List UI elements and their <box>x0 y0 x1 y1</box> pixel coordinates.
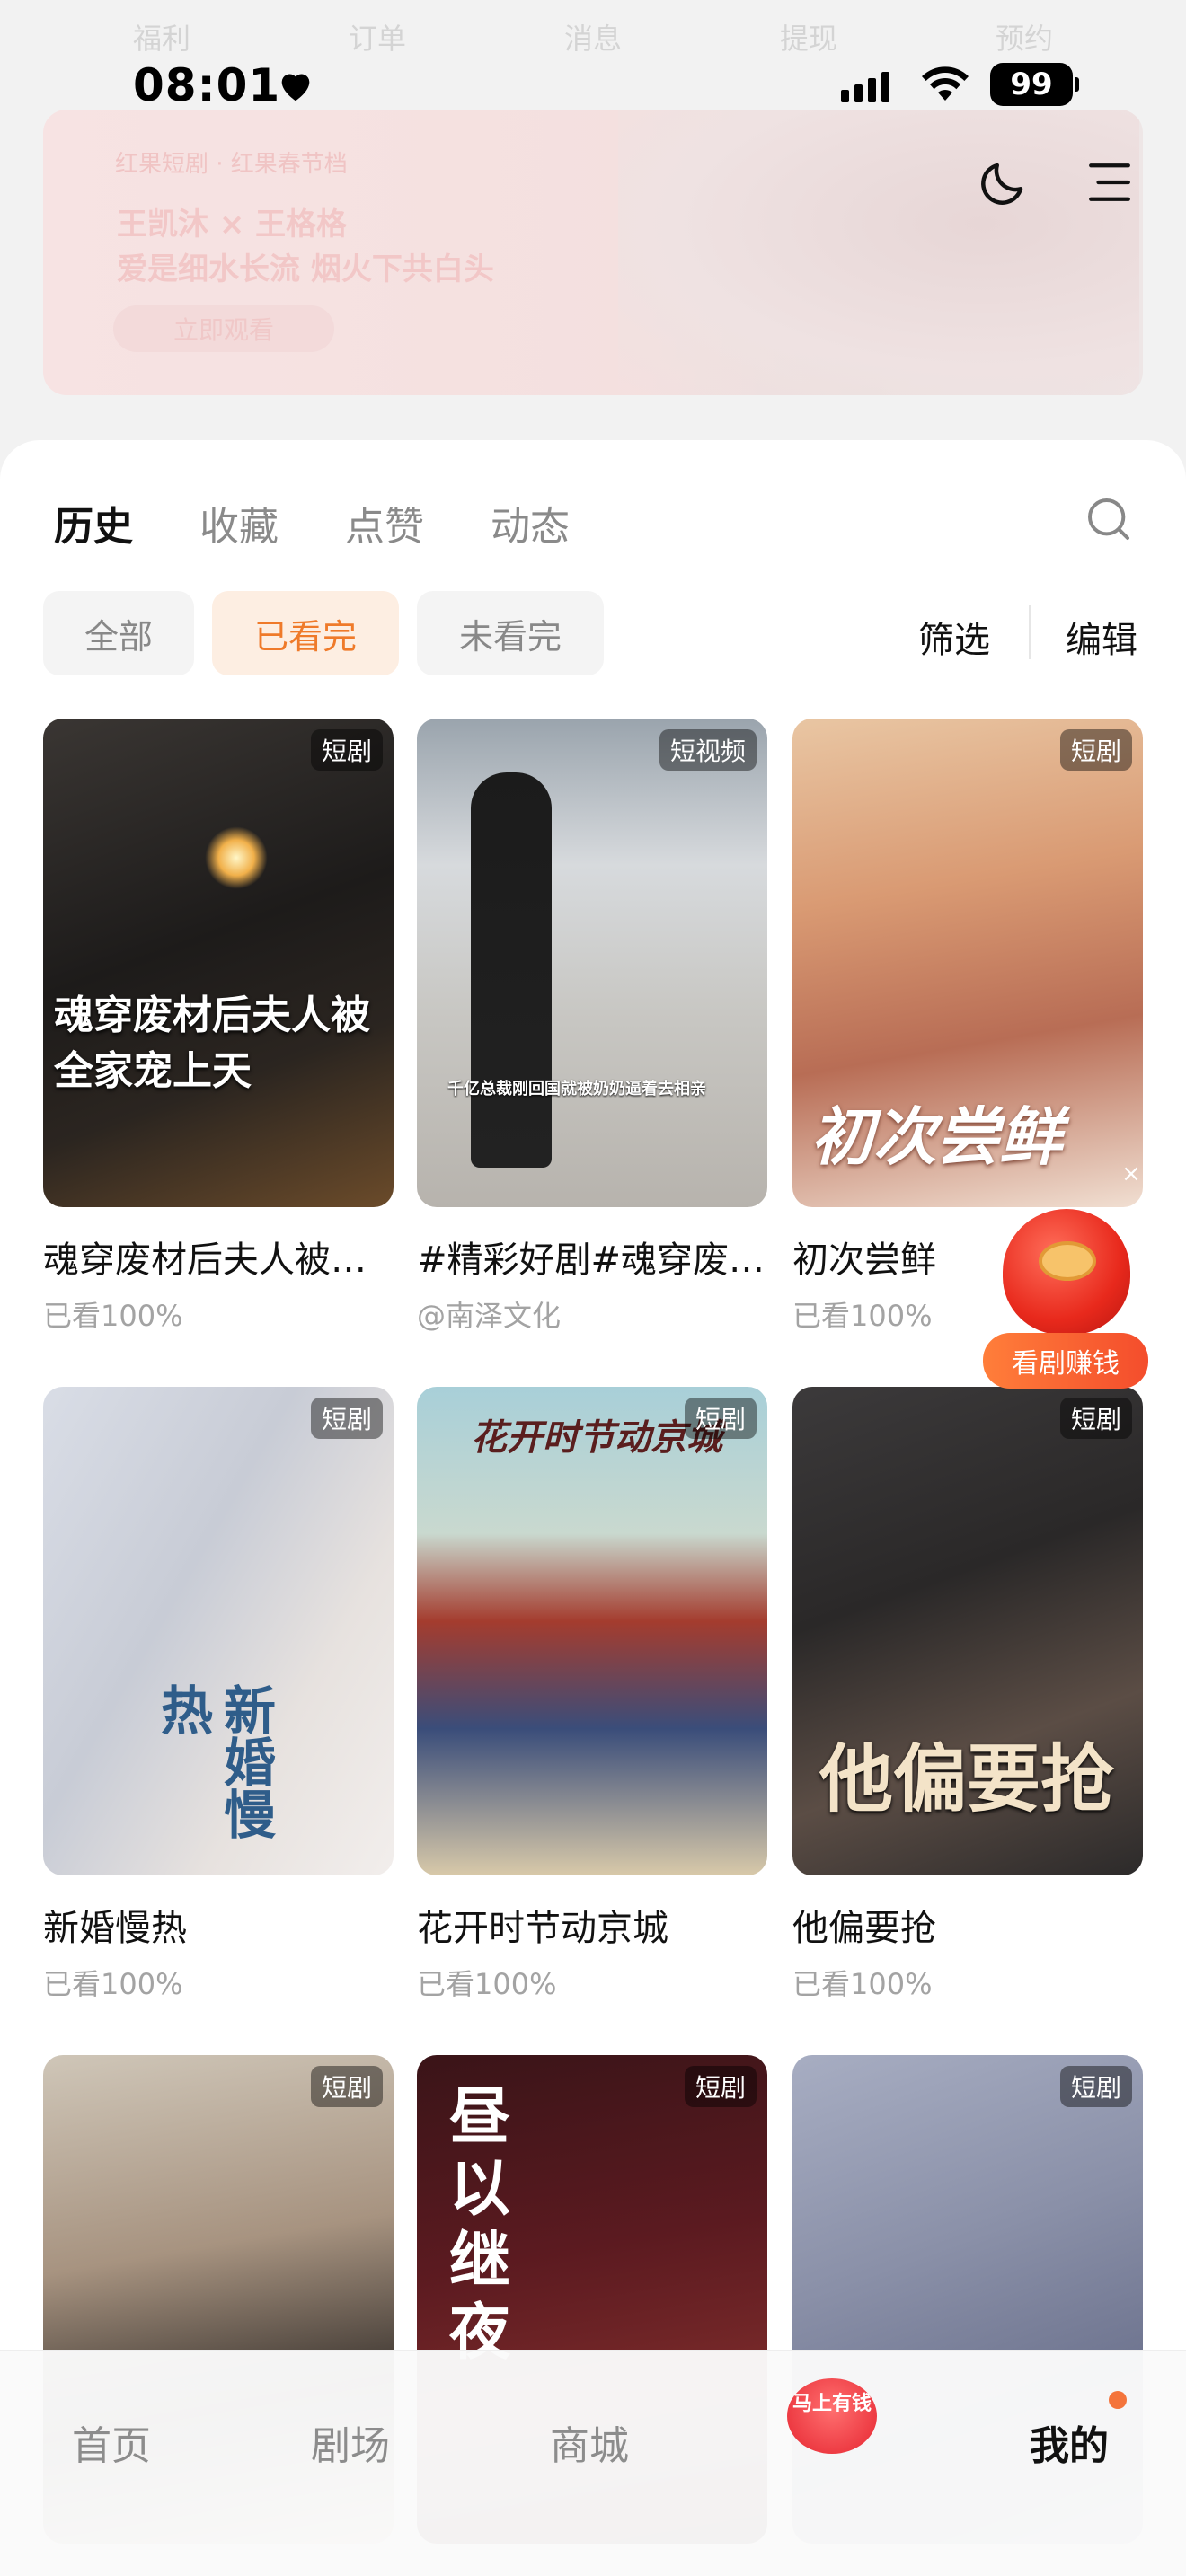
poster-title: 他偏要抢 <box>819 1737 1115 1822</box>
close-icon[interactable]: × <box>1118 1160 1145 1187</box>
type-badge: 短剧 <box>310 1398 383 1439</box>
battery-icon: 99 <box>990 63 1073 106</box>
faded-tab: 预约 <box>995 22 1053 56</box>
menu-icon[interactable] <box>1087 162 1132 203</box>
content-sheet: 历史 收藏 点赞 动态 全部 已看完 未看完 筛选 编辑 魂穿废材后夫人被全家宠… <box>0 440 1186 2576</box>
tab-favorites[interactable]: 收藏 <box>199 494 279 551</box>
banner-watch-button[interactable]: 立即观看 <box>113 305 334 352</box>
faded-tab: 消息 <box>563 22 622 56</box>
faded-top-tabs: 福利 订单 消息 提现 预约 <box>0 16 1186 57</box>
drama-title[interactable]: 魂穿废材后夫人被全家宠上天 <box>43 1231 394 1283</box>
wifi-icon <box>922 66 969 101</box>
poster-title: 魂穿废材后夫人被全家宠上天 <box>54 992 370 1094</box>
type-badge: 短剧 <box>684 2066 757 2107</box>
filter-unwatched-chip[interactable]: 未看完 <box>417 591 604 675</box>
heart-icon <box>281 74 310 101</box>
faded-tab: 提现 <box>779 22 837 56</box>
toolbar-divider <box>1029 605 1031 659</box>
type-badge: 短剧 <box>1059 1398 1132 1439</box>
search-icon[interactable] <box>1084 494 1134 544</box>
poster-caption: 千亿总裁刚回国就被奶奶逼着去相亲 <box>447 1080 706 1098</box>
watch-progress: 已看100% <box>43 1967 183 2001</box>
reward-widget[interactable]: × 看剧赚钱 <box>983 1160 1148 1398</box>
drama-title[interactable]: 他偏要抢 <box>792 1899 1143 1951</box>
tab-activity[interactable]: 动态 <box>491 494 570 551</box>
type-badge: 短剧 <box>310 729 383 771</box>
watch-progress: 已看100% <box>792 1299 933 1333</box>
battery-tip <box>1075 77 1079 92</box>
tab-history[interactable]: 历史 <box>54 494 133 551</box>
type-badge: 短视频 <box>659 729 757 771</box>
signal-icon <box>841 70 890 102</box>
filter-all-chip[interactable]: 全部 <box>43 591 194 675</box>
edit-button[interactable]: 编辑 <box>1066 611 1137 663</box>
filter-watched-chip[interactable]: 已看完 <box>212 591 399 675</box>
banner-headline: 王凯沐 × 王格格 <box>117 207 348 243</box>
tab-likes[interactable]: 点赞 <box>345 494 424 551</box>
coin-icon <box>1039 1241 1096 1281</box>
drama-poster[interactable]: 他偏要抢 短剧 <box>792 1387 1143 1875</box>
watch-progress: 已看100% <box>417 1967 557 2001</box>
banner-brand: 红果短剧 · 红果春节档 <box>115 151 348 178</box>
nav-mine[interactable]: 我的 <box>1030 2413 1109 2471</box>
nav-mall[interactable]: 商城 <box>550 2413 629 2471</box>
watch-progress: 已看100% <box>792 1967 933 2001</box>
nav-promo-icon[interactable]: 马上有钱 <box>787 2378 877 2454</box>
uploader: @南泽文化 <box>417 1299 562 1333</box>
drama-title[interactable]: 花开时节动京城 <box>417 1899 767 1951</box>
poster-title: 初次尝鲜 <box>810 1100 1062 1174</box>
poster-title: 昼以继夜 <box>449 2082 511 2369</box>
faded-tab: 福利 <box>132 22 190 56</box>
drama-poster[interactable]: 千亿总裁刚回国就被奶奶逼着去相亲 短视频 <box>417 719 767 1207</box>
type-badge: 短剧 <box>1059 729 1132 771</box>
watch-progress: 已看100% <box>43 1299 183 1333</box>
status-time: 08:01 <box>133 59 281 111</box>
filter-chips: 全部 已看完 未看完 <box>43 591 604 675</box>
bottom-navigation: 首页 剧场 商城 我的 <box>0 2350 1186 2576</box>
nav-theater[interactable]: 剧场 <box>311 2413 390 2471</box>
poster-title: 新婚慢热 <box>152 1683 276 1839</box>
type-badge: 短剧 <box>310 2066 383 2107</box>
faded-tab: 订单 <box>348 22 406 56</box>
filter-button[interactable]: 筛选 <box>918 611 990 663</box>
nav-home[interactable]: 首页 <box>72 2413 151 2471</box>
drama-title[interactable]: #精彩好剧#魂穿废材后夫人被全家宠上天 <box>417 1231 767 1283</box>
drama-poster[interactable]: 新婚慢热 短剧 <box>43 1387 394 1875</box>
banner-image <box>618 110 1139 395</box>
type-badge: 短剧 <box>684 1398 757 1439</box>
reward-label[interactable]: 看剧赚钱 <box>983 1333 1148 1389</box>
sparkle-graphic <box>205 826 268 889</box>
person-figure <box>471 772 552 1168</box>
drama-title[interactable]: 新婚慢热 <box>43 1899 394 1951</box>
drama-poster[interactable]: 魂穿废材后夫人被全家宠上天 短剧 <box>43 719 394 1207</box>
drama-poster[interactable]: 花开时节动京城 短剧 <box>417 1387 767 1875</box>
drama-poster[interactable]: 初次尝鲜 短剧 <box>792 719 1143 1207</box>
content-tabs: 历史 收藏 点赞 动态 <box>54 494 570 551</box>
banner-tagline: 爱是细水长流 烟火下共白头 <box>117 251 494 287</box>
promo-banner[interactable]: 红果短剧 · 红果春节档 王凯沐 × 王格格 爱是细水长流 烟火下共白头 立即观… <box>43 110 1143 395</box>
notification-dot <box>1109 2391 1127 2409</box>
moon-icon[interactable] <box>976 156 1030 210</box>
type-badge: 短剧 <box>1059 2066 1132 2107</box>
